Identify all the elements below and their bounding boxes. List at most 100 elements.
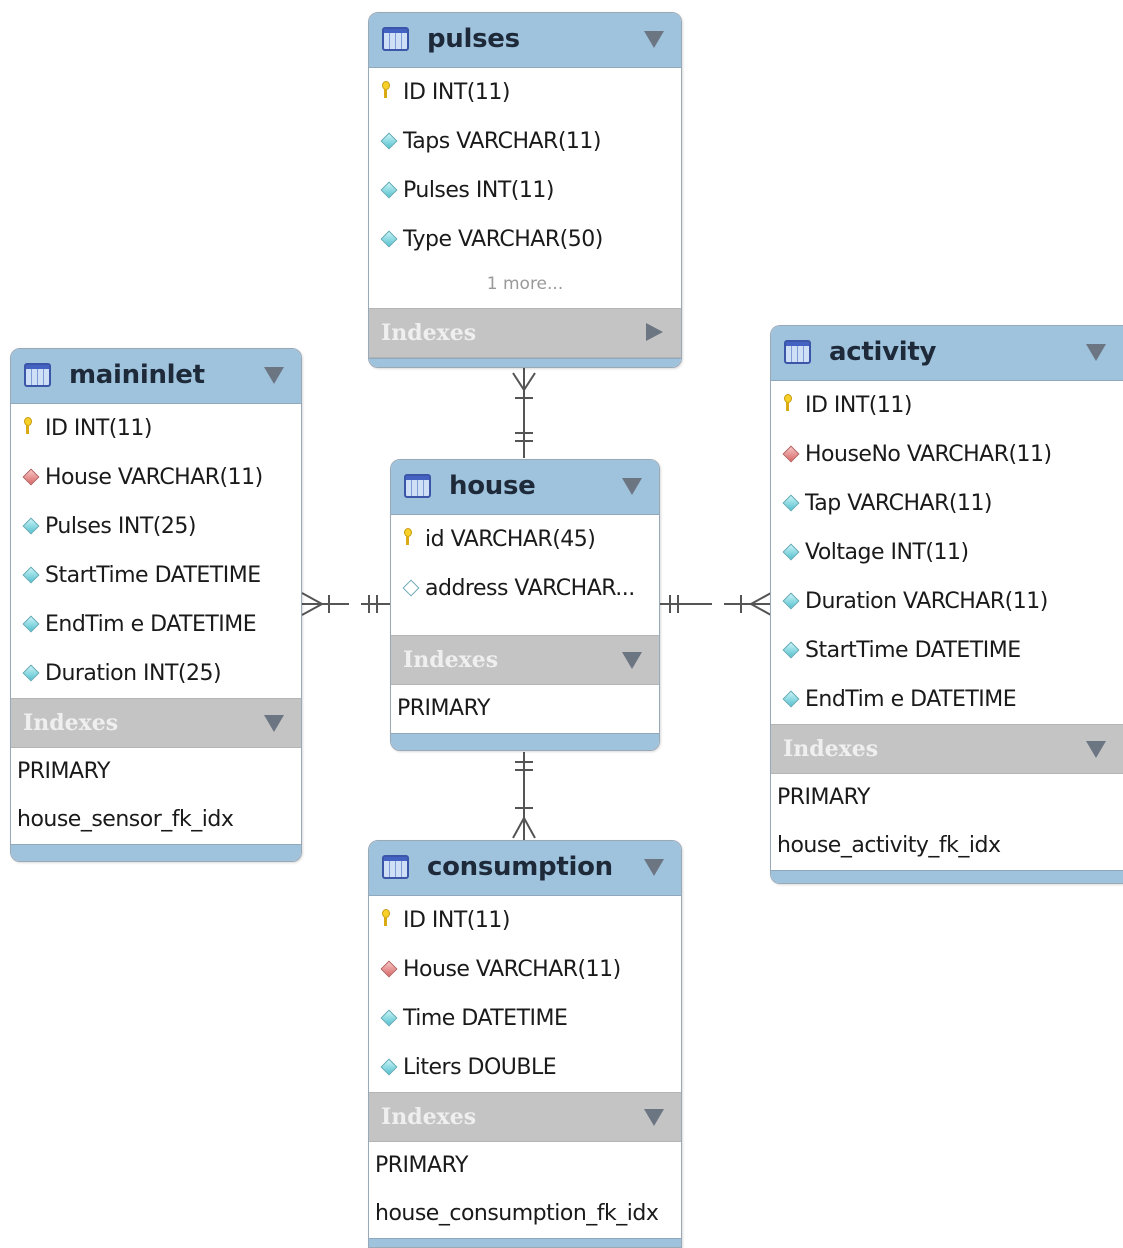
indexes-label: Indexes — [381, 1104, 477, 1130]
collapse-triangle-icon[interactable] — [622, 652, 642, 669]
column-row[interactable]: id VARCHAR(45) — [391, 515, 659, 564]
indexes-label: Indexes — [23, 710, 119, 736]
table-name: house — [449, 471, 536, 501]
column-row[interactable]: Pulses INT(25) — [11, 502, 301, 551]
index-row[interactable]: house_sensor_fk_idx — [11, 796, 301, 844]
column-row[interactable]: ID INT(11) — [369, 68, 681, 117]
column-row[interactable]: EndTim e DATETIME — [771, 675, 1123, 724]
relationship-house-activity[interactable] — [660, 592, 772, 616]
table-consumption[interactable]: consumption ID INT(11) House VARCHAR(11)… — [368, 840, 682, 1248]
column-diamond-icon — [782, 592, 800, 610]
table-header[interactable]: maininlet — [11, 349, 301, 404]
table-footer — [11, 844, 301, 861]
column-row[interactable]: Voltage INT(11) — [771, 528, 1123, 577]
primary-key-icon — [381, 909, 390, 926]
indexes-header[interactable]: Indexes — [391, 635, 659, 685]
indexes-header[interactable]: Indexes — [369, 1092, 681, 1142]
collapse-triangle-icon[interactable] — [1086, 344, 1106, 361]
foreign-key-diamond-icon — [782, 445, 800, 463]
column-row[interactable]: Tap VARCHAR(11) — [771, 479, 1123, 528]
column-diamond-icon — [380, 1058, 398, 1076]
table-maininlet[interactable]: maininlet ID INT(11) House VARCHAR(11) P… — [10, 348, 302, 862]
column-label: Tap VARCHAR(11) — [805, 491, 993, 516]
table-header[interactable]: house — [391, 460, 659, 515]
table-header[interactable]: pulses — [369, 13, 681, 68]
column-label: Taps VARCHAR(11) — [403, 129, 601, 154]
column-row[interactable]: StartTime DATETIME — [771, 626, 1123, 675]
column-diamond-icon — [782, 494, 800, 512]
indexes-header[interactable]: Indexes — [11, 698, 301, 748]
table-name: maininlet — [69, 360, 205, 390]
column-row[interactable]: Liters DOUBLE — [369, 1043, 681, 1092]
collapse-triangle-icon[interactable] — [644, 31, 664, 48]
column-diamond-icon — [380, 1009, 398, 1027]
column-row[interactable]: House VARCHAR(11) — [11, 453, 301, 502]
table-icon — [404, 474, 431, 498]
expand-triangle-icon[interactable] — [646, 323, 663, 341]
collapse-triangle-icon[interactable] — [622, 478, 642, 495]
column-row[interactable]: Taps VARCHAR(11) — [369, 117, 681, 166]
primary-key-icon — [381, 81, 390, 98]
relationship-house-pulses[interactable] — [512, 368, 536, 458]
table-house[interactable]: house id VARCHAR(45) address VARCHAR... … — [390, 459, 660, 751]
column-diamond-icon — [782, 543, 800, 561]
table-icon — [382, 855, 409, 879]
column-row[interactable]: Pulses INT(11) — [369, 166, 681, 215]
indexes-header[interactable]: Indexes — [771, 724, 1123, 774]
index-row[interactable]: PRIMARY — [369, 1142, 681, 1190]
column-diamond-icon — [22, 517, 40, 535]
column-diamond-icon — [22, 566, 40, 584]
column-row[interactable]: House VARCHAR(11) — [369, 945, 681, 994]
collapse-triangle-icon[interactable] — [264, 367, 284, 384]
table-pulses[interactable]: pulses ID INT(11) Taps VARCHAR(11) Pulse… — [368, 12, 682, 368]
column-row[interactable]: StartTime DATETIME — [11, 551, 301, 600]
table-name: activity — [829, 337, 937, 367]
column-row[interactable]: ID INT(11) — [369, 896, 681, 945]
more-columns-label[interactable]: 1 more... — [369, 264, 681, 308]
column-diamond-icon — [380, 181, 398, 199]
foreign-key-diamond-icon — [22, 468, 40, 486]
collapse-triangle-icon[interactable] — [264, 715, 284, 732]
table-name: consumption — [427, 852, 613, 882]
table-icon — [382, 27, 409, 51]
column-row[interactable]: EndTim e DATETIME — [11, 600, 301, 649]
column-label: ID INT(11) — [403, 908, 510, 933]
column-diamond-icon — [22, 615, 40, 633]
column-row[interactable]: Time DATETIME — [369, 994, 681, 1043]
collapse-triangle-icon[interactable] — [644, 1109, 664, 1126]
primary-key-icon — [783, 394, 792, 411]
column-row[interactable]: Type VARCHAR(50) — [369, 215, 681, 264]
column-row[interactable]: Duration INT(25) — [11, 649, 301, 698]
index-row[interactable]: house_activity_fk_idx — [771, 822, 1123, 870]
column-row[interactable]: address VARCHAR... — [391, 564, 659, 613]
column-label: Pulses INT(25) — [45, 514, 196, 539]
collapse-triangle-icon[interactable] — [1086, 741, 1106, 758]
relationship-house-consumption[interactable] — [512, 752, 536, 840]
table-footer — [771, 870, 1123, 883]
table-name: pulses — [427, 24, 520, 54]
column-row[interactable]: ID INT(11) — [771, 381, 1123, 430]
column-label: EndTim e DATETIME — [45, 612, 257, 637]
relationship-house-maininlet[interactable] — [301, 592, 390, 616]
column-label: EndTim e DATETIME — [805, 687, 1017, 712]
index-row[interactable]: house_consumption_fk_idx — [369, 1190, 681, 1238]
index-row[interactable]: PRIMARY — [11, 748, 301, 796]
column-label: Duration VARCHAR(11) — [805, 589, 1048, 614]
table-header[interactable]: activity — [771, 326, 1123, 381]
indexes-header[interactable]: Indexes — [369, 308, 681, 358]
column-label: HouseNo VARCHAR(11) — [805, 442, 1052, 467]
column-label: ID INT(11) — [805, 393, 912, 418]
column-diamond-icon — [22, 664, 40, 682]
index-row[interactable]: PRIMARY — [771, 774, 1123, 822]
collapse-triangle-icon[interactable] — [644, 859, 664, 876]
column-row[interactable]: ID INT(11) — [11, 404, 301, 453]
table-activity[interactable]: activity ID INT(11) HouseNo VARCHAR(11) … — [770, 325, 1123, 884]
column-diamond-icon — [380, 132, 398, 150]
column-row[interactable]: Duration VARCHAR(11) — [771, 577, 1123, 626]
table-header[interactable]: consumption — [369, 841, 681, 896]
nullable-column-diamond-icon — [402, 579, 420, 597]
index-row[interactable]: PRIMARY — [391, 685, 659, 733]
column-row[interactable]: HouseNo VARCHAR(11) — [771, 430, 1123, 479]
column-label: address VARCHAR... — [425, 576, 635, 601]
column-label: ID INT(11) — [45, 416, 152, 441]
